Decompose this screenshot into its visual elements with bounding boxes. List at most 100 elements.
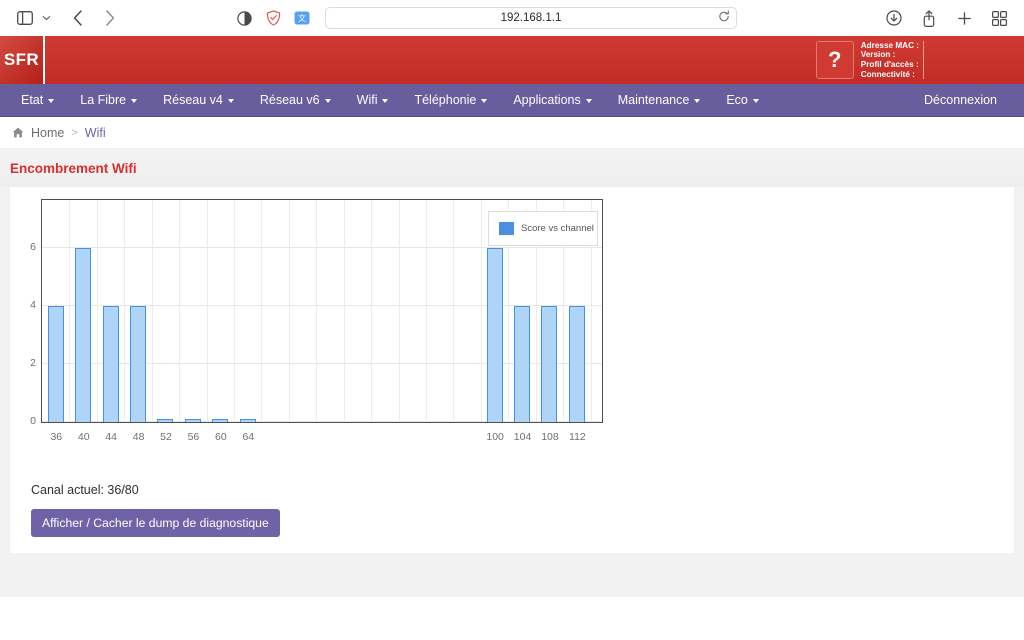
nav-item-wifi[interactable]: Wifi (344, 84, 402, 117)
nav-item-label: Etat (21, 93, 44, 107)
nav-item-label: Maintenance (617, 93, 690, 107)
nav-item-label: Eco (726, 93, 748, 107)
header-info-list: Adresse MAC : Version : Profil d'accès :… (861, 41, 924, 79)
header-info-box: ? Adresse MAC : Version : Profil d'accès… (815, 41, 924, 79)
nav-item-label: Réseau v6 (259, 93, 320, 107)
address-bar[interactable]: 192.168.1.1 (325, 7, 737, 29)
chevron-down-icon[interactable] (39, 5, 53, 31)
nav-item-telephonie[interactable]: Téléphonie (401, 84, 500, 117)
svg-text:文: 文 (298, 13, 306, 23)
chart-gridline-vertical (343, 200, 345, 422)
toggle-diagnostic-dump-button[interactable]: Afficher / Cacher le dump de diagnostiqu… (31, 509, 280, 537)
back-arrow-icon[interactable] (65, 5, 91, 31)
chart-y-tick-label: 2 (30, 357, 36, 370)
chart-gridline-vertical (398, 200, 400, 422)
plus-icon[interactable] (951, 5, 977, 31)
chart-x-tick-label: 36 (50, 431, 63, 443)
reload-icon[interactable] (718, 10, 730, 26)
chart-bar (102, 305, 119, 422)
translate-icon[interactable]: 文 (289, 5, 315, 31)
chart-gridline-vertical (425, 200, 427, 422)
info-line-version: Version : (860, 50, 896, 60)
nav-item-label: La Fibre (80, 93, 127, 107)
chart-x-tick-label: 52 (160, 431, 172, 443)
browser-right-tools (881, 5, 1012, 31)
chart-x-tick-label: 48 (132, 431, 145, 443)
downloads-icon[interactable] (881, 5, 907, 31)
sidebar-toggle-icon[interactable] (12, 5, 38, 31)
chart-bar (541, 305, 558, 422)
breadcrumb-home-link[interactable]: Home (31, 126, 64, 140)
breadcrumb: Home > Wifi (0, 117, 1024, 149)
logout-label: Déconnexion (924, 93, 997, 107)
nav-item-eco[interactable]: Eco (713, 84, 772, 117)
chart-bar (239, 419, 256, 422)
chart-gridline-vertical (453, 200, 455, 422)
chart-bar (157, 419, 174, 422)
chart-bar (129, 305, 146, 422)
forward-arrow-icon[interactable] (97, 5, 123, 31)
nav-item-reseau-v4[interactable]: Réseau v4 (150, 84, 247, 117)
chevron-down-icon (694, 98, 701, 103)
chart-x-tick-label: 108 (541, 431, 559, 443)
help-button[interactable]: ? (815, 41, 854, 79)
chart-x-tick-label: 40 (77, 431, 90, 443)
chart-gridline-vertical (179, 200, 181, 422)
home-icon[interactable] (12, 127, 24, 138)
browser-page-tools: 文 (231, 5, 315, 31)
chart-x-tick-label: 56 (187, 431, 200, 443)
wifi-congestion-chart: 0 2 4 6 36 40 44 48 52 56 60 64 100 104 108 112 Score v… (30, 199, 603, 449)
sidebar-toggle-group[interactable] (12, 5, 53, 31)
chart-bar (513, 305, 530, 422)
chevron-down-icon (585, 98, 592, 103)
chart-bar (486, 247, 503, 422)
nav-item-etat[interactable]: Etat (8, 84, 67, 117)
chart-gridline-vertical (206, 200, 208, 422)
chart-gridline-vertical (480, 200, 482, 422)
chevron-down-icon (382, 98, 389, 103)
chart-gridline-horizontal (42, 246, 602, 248)
chart-bar (212, 419, 229, 422)
content-card: 0 2 4 6 36 40 44 48 52 56 60 64 100 104 108 112 Score v… (10, 187, 1014, 553)
browser-toolbar: 文 192.168.1.1 (0, 0, 1024, 36)
chevron-down-icon (481, 98, 488, 103)
nav-item-label: Réseau v4 (163, 93, 223, 107)
info-line-adresse-mac: Adresse MAC : (860, 40, 919, 50)
nav-item-label: Applications (513, 93, 581, 107)
main-navigation: Etat La Fibre Réseau v4 Réseau v6 Wifi T… (0, 84, 1024, 117)
breadcrumb-separator: > (71, 126, 78, 139)
chart-bar (184, 419, 201, 422)
chart-gridline-vertical (316, 200, 318, 422)
nav-item-applications[interactable]: Applications (500, 84, 604, 117)
logout-link[interactable]: Déconnexion (911, 84, 1010, 117)
nav-item-reseau-v6[interactable]: Réseau v6 (247, 84, 344, 117)
chart-gridline-vertical (261, 200, 263, 422)
chart-x-tick-label: 100 (486, 431, 504, 443)
nav-item-label: Wifi (356, 93, 378, 107)
chart-gridline-vertical (96, 200, 98, 422)
chart-gridline-vertical (233, 200, 235, 422)
nav-item-la-fibre[interactable]: La Fibre (67, 84, 150, 117)
canal-actuel-text: Canal actuel: 36/80 (31, 483, 139, 497)
shield-privacy-icon[interactable] (260, 5, 286, 31)
chevron-down-icon (324, 98, 331, 103)
chart-gridline-vertical (69, 200, 71, 422)
nav-item-maintenance[interactable]: Maintenance (605, 84, 714, 117)
browser-navigation-arrows (65, 5, 123, 31)
share-icon[interactable] (916, 5, 942, 31)
chart-x-tick-label: 112 (569, 431, 586, 443)
chart-gridline-vertical (151, 200, 153, 422)
reader-mode-icon[interactable] (231, 5, 257, 31)
chart-gridline-vertical (124, 200, 126, 422)
page-title-bar: Encombrement Wifi (0, 149, 1024, 187)
chart-y-tick-label: 4 (30, 299, 36, 312)
nav-item-label: Téléphonie (414, 93, 477, 107)
chevron-down-icon (48, 98, 55, 103)
sfr-logo[interactable]: SFR (0, 36, 45, 84)
legend-label: Score vs channel (521, 223, 594, 234)
chart-y-tick-label: 0 (30, 415, 36, 428)
tab-overview-icon[interactable] (986, 5, 1012, 31)
breadcrumb-current-wifi[interactable]: Wifi (85, 126, 106, 140)
chart-x-tick-label: 44 (105, 431, 117, 443)
chart-bar (47, 305, 64, 422)
